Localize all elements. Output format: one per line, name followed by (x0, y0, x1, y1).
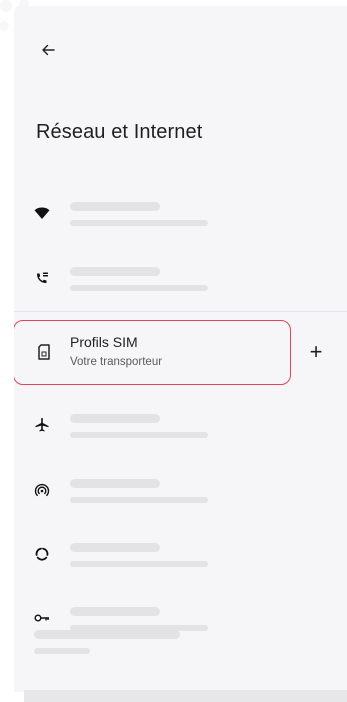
sim-profiles-subtitle: Votre transporteur (70, 356, 163, 368)
section-divider (14, 311, 347, 312)
sim-profiles-title: Profils SIM (70, 334, 138, 350)
placeholder-title (70, 202, 160, 211)
placeholder-title (70, 414, 160, 423)
airplane-icon (32, 415, 52, 435)
placeholder-subtitle (70, 432, 208, 438)
bottom-shadow (24, 690, 347, 702)
sim-card-icon (34, 342, 54, 362)
screen: Réseau et Internet Profils SIM Votre tra… (0, 0, 347, 702)
data-saver-icon (32, 544, 52, 564)
list-item-hotspot[interactable] (14, 463, 347, 517)
settings-screen: Réseau et Internet Profils SIM Votre tra… (14, 6, 347, 692)
list-item-data-saver[interactable] (14, 527, 347, 581)
placeholder-title (70, 267, 160, 276)
list-item-internet[interactable] (14, 186, 347, 240)
placeholder-title (70, 543, 160, 552)
placeholder-footer-subtitle (34, 648, 90, 654)
list-item-sim-profiles[interactable]: Profils SIM Votre transporteur (14, 320, 291, 385)
hotspot-icon (32, 480, 52, 500)
add-sim-button[interactable]: + (302, 338, 330, 366)
placeholder-footer-title (34, 630, 180, 639)
back-button[interactable] (34, 36, 62, 64)
arrow-back-icon (42, 44, 55, 56)
placeholder-subtitle (70, 561, 208, 567)
placeholder-subtitle (70, 497, 208, 503)
placeholder-subtitle (70, 285, 208, 291)
phone-wifi-icon (32, 268, 52, 288)
wifi-icon (32, 203, 52, 223)
vpn-key-icon (32, 608, 52, 628)
placeholder-subtitle (70, 220, 208, 226)
list-item-calls[interactable] (14, 251, 347, 305)
placeholder-title (70, 607, 160, 616)
plus-icon: + (309, 339, 323, 364)
list-item-airplane-mode[interactable] (14, 398, 347, 452)
placeholder-title (70, 479, 160, 488)
page-title: Réseau et Internet (36, 121, 203, 143)
